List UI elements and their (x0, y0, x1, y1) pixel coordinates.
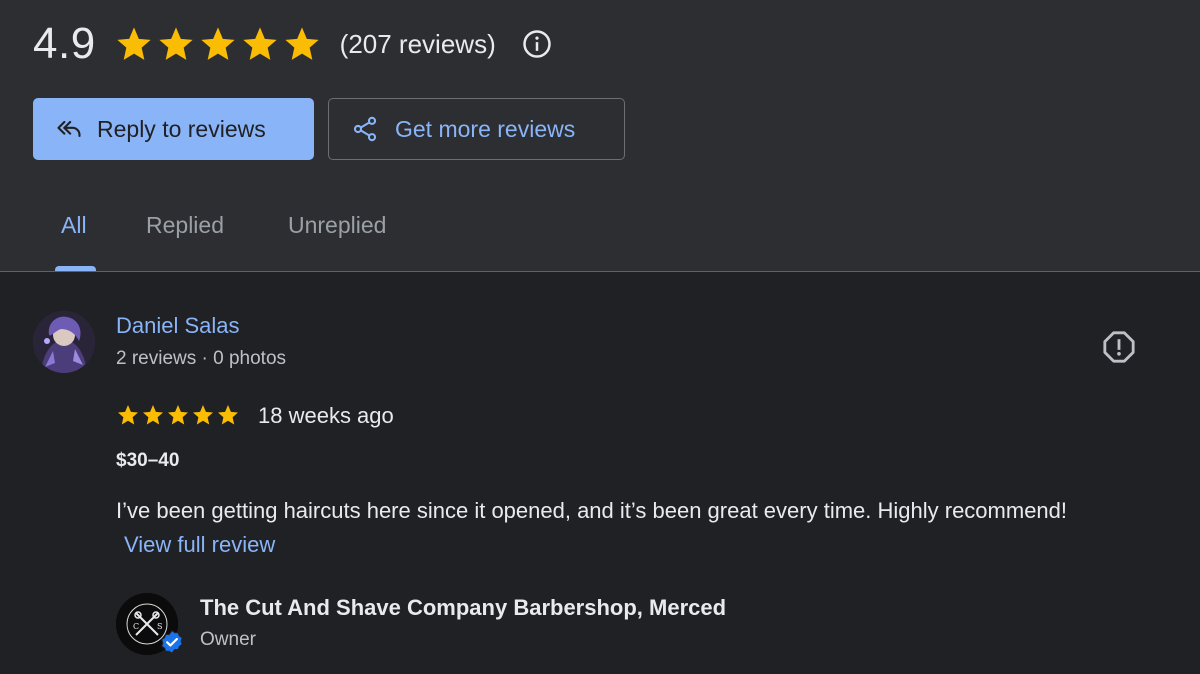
svg-text:C: C (133, 622, 139, 631)
reviewer-name[interactable]: Daniel Salas (116, 313, 240, 339)
tab-replied[interactable]: Replied (146, 212, 224, 239)
star-icon (243, 27, 277, 60)
rating-summary: 4.9 (207 reviews) (33, 16, 552, 72)
star-icon (201, 27, 235, 60)
tab-all[interactable]: All (61, 212, 87, 239)
verified-badge-icon (161, 629, 183, 655)
review-body: I’ve been getting haircuts here since it… (116, 498, 1068, 523)
share-icon (353, 116, 377, 142)
reply-all-icon (57, 120, 81, 138)
report-icon (1103, 331, 1135, 363)
rating-stars (114, 24, 322, 64)
reply-to-reviews-button[interactable]: Reply to reviews (33, 98, 314, 160)
star-icon (218, 405, 238, 425)
owner-role: Owner (200, 629, 256, 650)
get-more-button-label: Get more reviews (395, 115, 576, 142)
review-filter-tabs: All Replied Unreplied (0, 200, 700, 271)
divider (0, 271, 1200, 272)
reply-button-label: Reply to reviews (97, 115, 266, 142)
star-icon (193, 405, 213, 425)
get-more-reviews-button[interactable]: Get more reviews (328, 98, 625, 160)
star-icon (143, 405, 163, 425)
review-text: I’ve been getting haircuts here since it… (116, 494, 1076, 562)
average-rating: 4.9 (33, 19, 96, 68)
report-review-button[interactable] (1101, 329, 1137, 365)
reviewer-avatar[interactable] (33, 311, 95, 373)
star-icon (285, 27, 319, 60)
tab-unreplied[interactable]: Unreplied (288, 212, 386, 239)
view-full-review-link[interactable]: View full review (124, 532, 275, 557)
star-icon (117, 27, 151, 60)
star-icon (168, 405, 188, 425)
star-icon (118, 405, 138, 425)
price-range: $30–40 (116, 450, 180, 471)
review-count: (207 reviews) (339, 28, 496, 59)
star-icon (159, 27, 193, 60)
info-icon (522, 30, 551, 58)
owner-business-name: The Cut And Shave Company Barbershop, Me… (200, 595, 727, 620)
review-stars (116, 403, 240, 427)
avatar-image (33, 311, 95, 373)
info-button[interactable] (522, 29, 552, 59)
reviewer-meta: 2 reviews · 0 photos (116, 348, 287, 369)
review-time: 18 weeks ago (258, 403, 394, 428)
